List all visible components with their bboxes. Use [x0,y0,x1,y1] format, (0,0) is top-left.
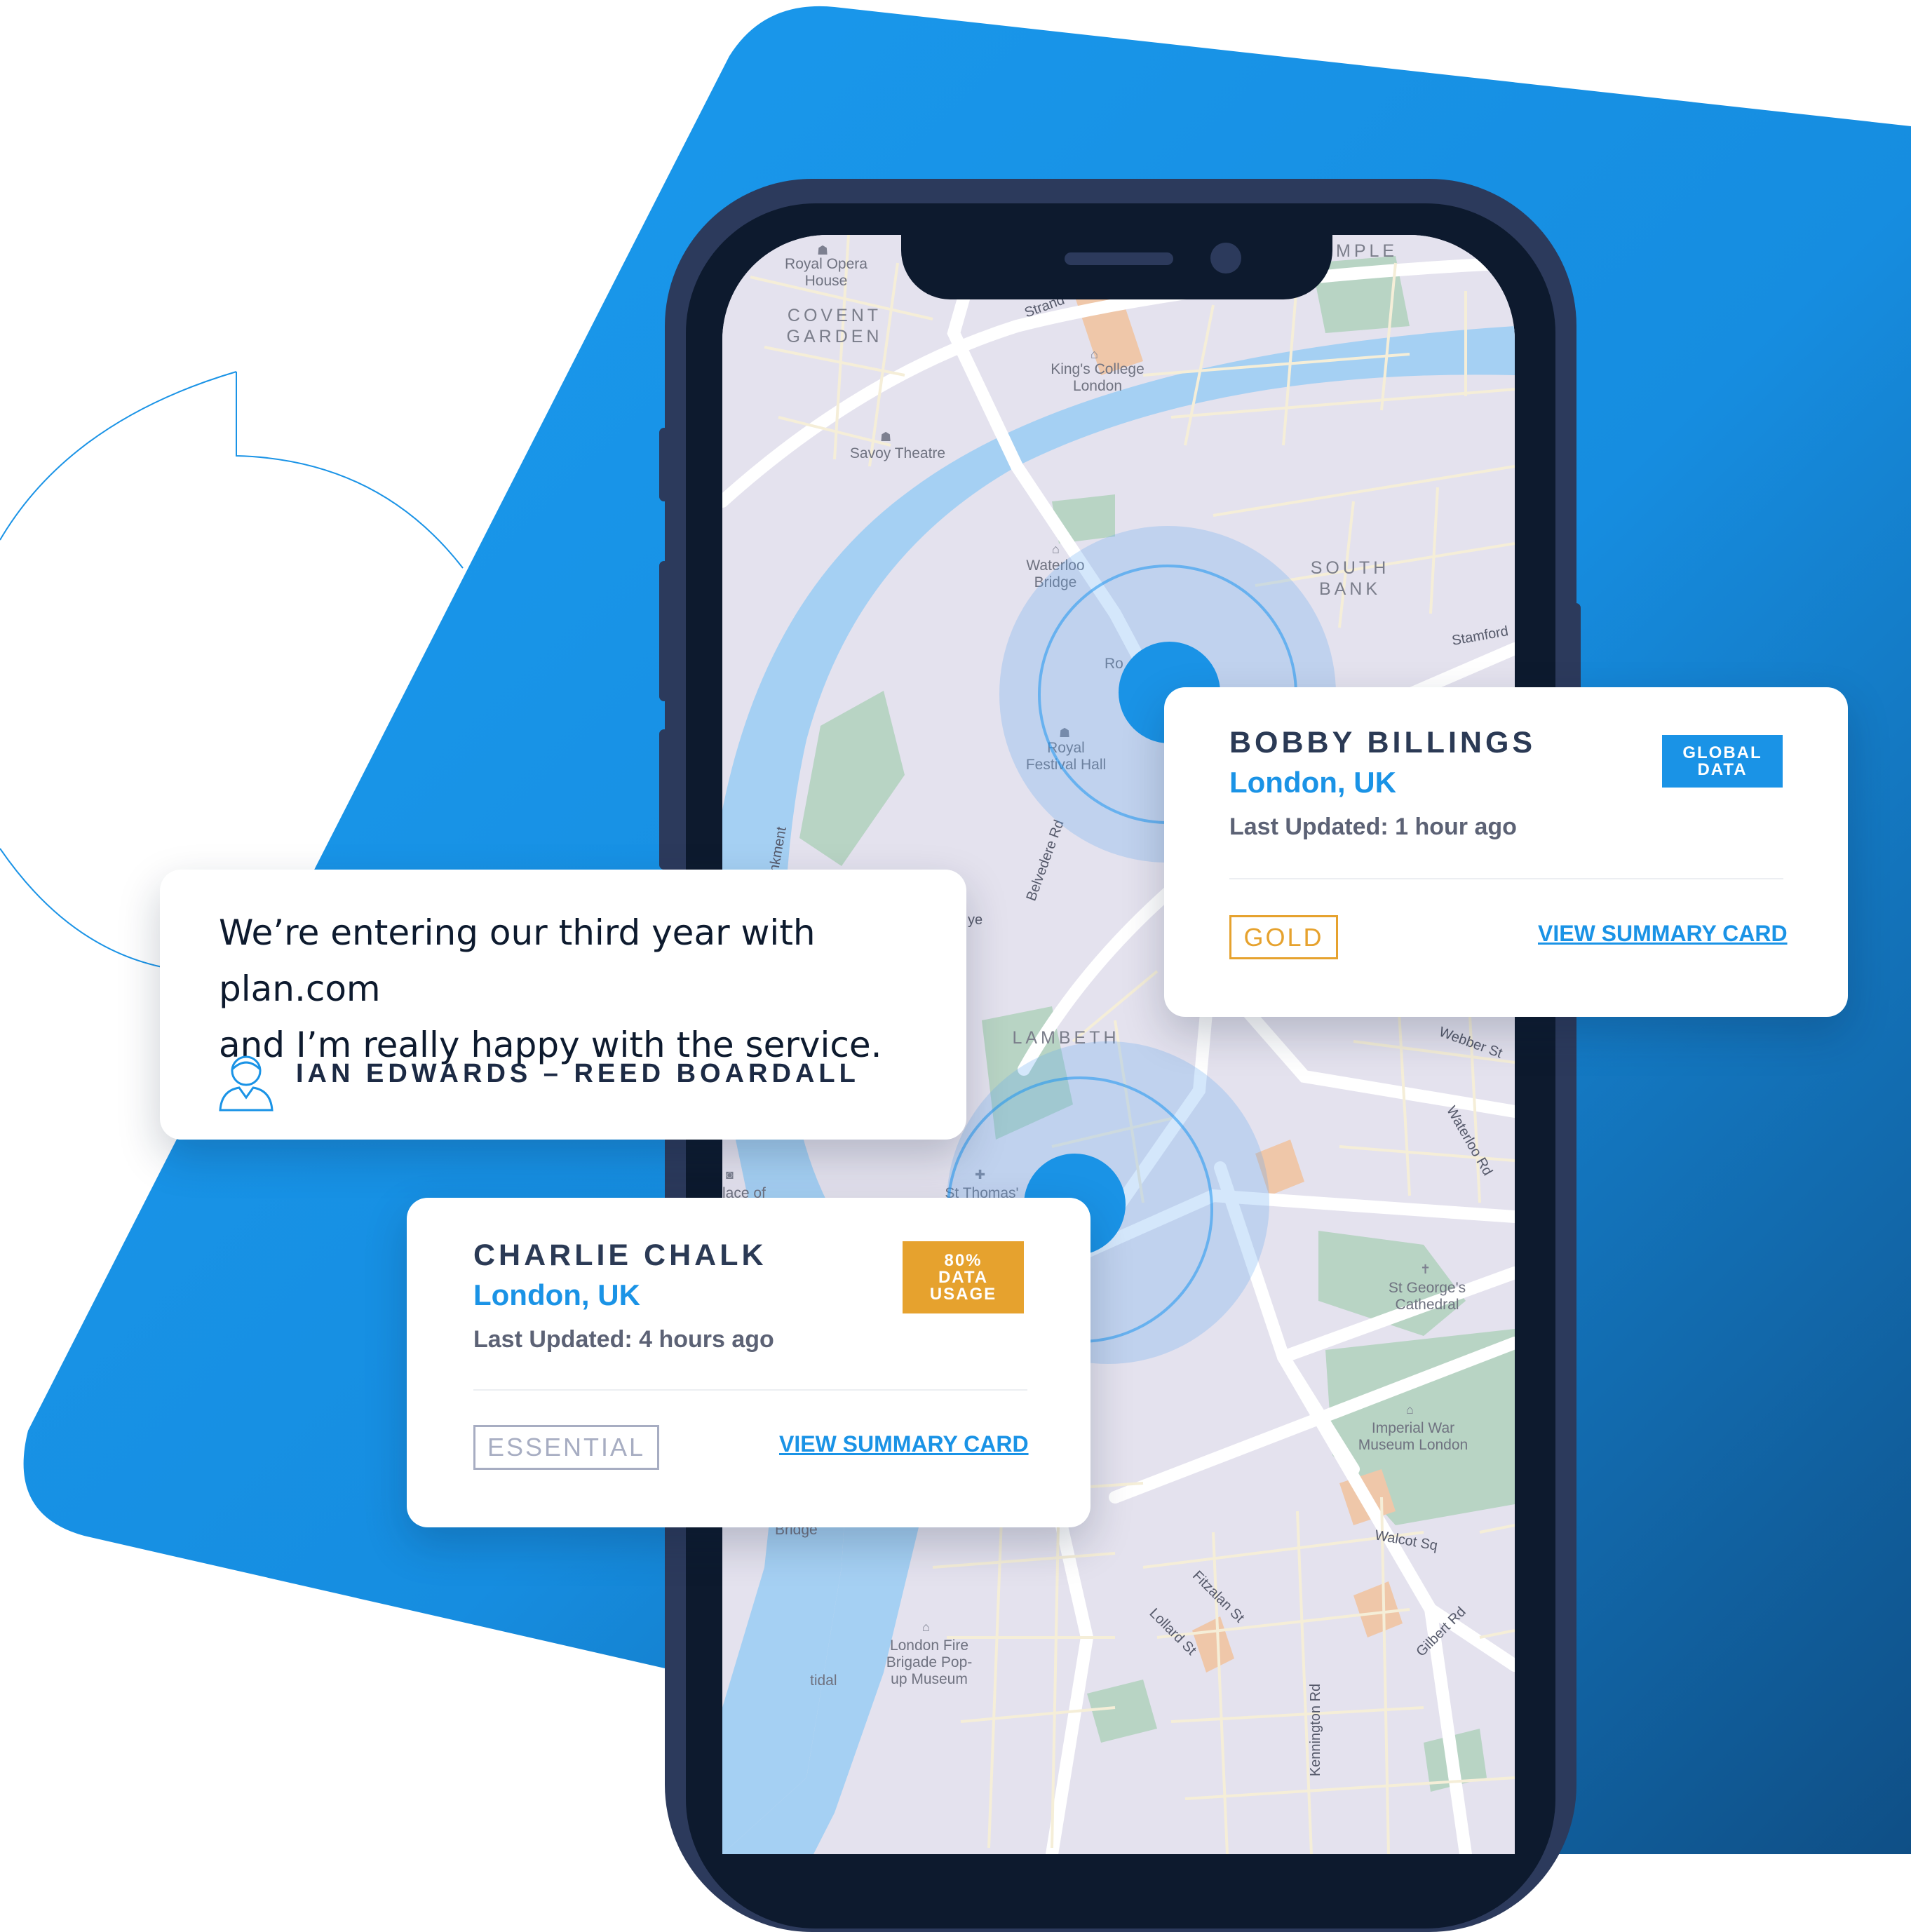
map-label: MPLE [1336,241,1398,261]
view-summary-link[interactable]: VIEW SUMMARY CARD [1538,921,1788,947]
user-location: London, UK [473,1278,640,1311]
last-updated: Last Updated: 1 hour ago [1229,813,1517,840]
phone-side-button [659,428,669,501]
map-label: Imperial War Museum London [1358,1420,1468,1453]
map-label: COVENT GARDEN [786,306,883,346]
user-name: BOBBY BILLINGS [1229,726,1537,759]
map-label: Savoy Theatre [849,445,946,461]
plan-badge: ESSENTIAL [473,1425,659,1470]
map-label: tidal [810,1673,837,1689]
museum-icon: ⌂ [1406,1403,1414,1417]
camera-icon: ◙ [726,1168,734,1182]
view-summary-link[interactable]: VIEW SUMMARY CARD [779,1431,1029,1457]
landmark-icon: ⌂ [1052,542,1060,556]
card-divider [473,1389,1027,1391]
school-icon: ⌂ [1090,347,1098,361]
user-location: London, UK [1229,766,1396,799]
testimonial-author: IAN EDWARDS – REED BOARDALL [296,1059,860,1088]
map-label: SOUTH BANK [1310,558,1390,599]
theatre-icon: ☗ [817,243,829,257]
card-divider [1229,878,1783,879]
theatre-icon: ☗ [880,430,892,444]
map-label: ye [968,912,983,928]
testimonial-card: We’re entering our third year with plan.… [160,870,966,1140]
user-card-charlie[interactable]: CHARLIE CHALK London, UK Last Updated: 4… [407,1198,1090,1527]
map-label: Royal Opera House [785,256,867,289]
map-label: Kennington Rd [1308,1683,1324,1777]
phone-camera [1210,243,1241,273]
map-label: London Fire Brigade Pop- up Museum [886,1637,973,1687]
status-badge: 80% DATA USAGE [903,1241,1024,1313]
map-label: King's College London [1051,361,1144,394]
phone-speaker [1065,252,1173,265]
user-card-bobby[interactable]: BOBBY BILLINGS London, UK Last Updated: … [1164,687,1848,1017]
user-name: CHARLIE CHALK [473,1238,767,1272]
testimonial-quote: We’re entering our third year with plan.… [219,912,882,1065]
person-icon [219,1055,274,1112]
plan-badge: GOLD [1229,915,1338,959]
status-badge: GLOBAL DATA [1662,735,1783,788]
map-label: St George's Cathedral [1388,1280,1466,1313]
phone-side-button [659,561,669,701]
church-icon: ✝ [1420,1262,1431,1276]
phone-notch [901,235,1332,299]
museum-icon: ⌂ [922,1620,930,1634]
last-updated: Last Updated: 4 hours ago [473,1326,774,1353]
phone-side-button [659,729,669,870]
